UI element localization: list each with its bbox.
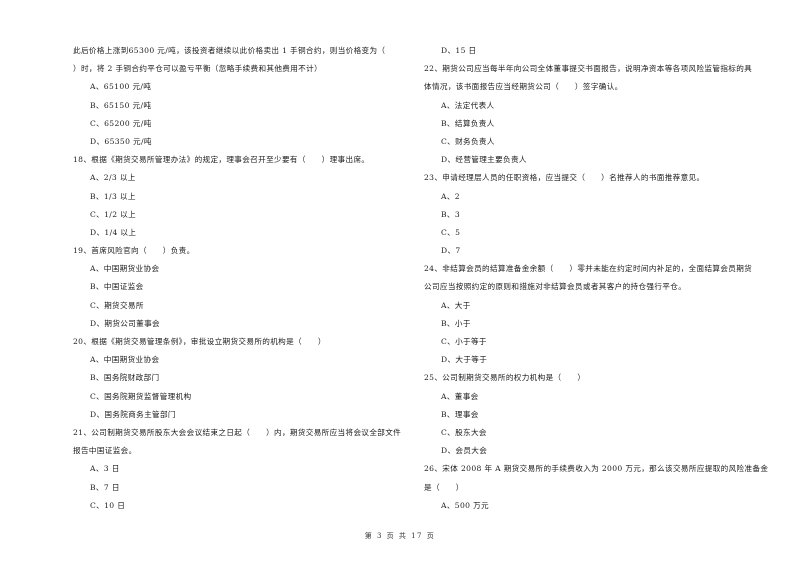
question-text: 公司应当按照约定的原则和措施对非结算会员或者其客户的持仓强行平仓。 — [424, 282, 687, 292]
option-b: B、理事会 — [441, 409, 479, 419]
option-d: D、65350 元/吨 — [90, 136, 152, 146]
question-text: 20、根据《期货交易管理条例》，审批设立期货交易所的机构是（ ） — [73, 337, 326, 346]
question-17-continued: 此后价格上涨到65300 元/吨，该投资者继续以此价格卖出 1 手铜合约，则当价… — [73, 42, 408, 151]
option-d: D、国务院商务主管部门 — [90, 409, 176, 419]
option-a: A、3 日 — [90, 464, 120, 474]
question-text: 19、首席风险官向（ ）负责。 — [73, 246, 195, 256]
option-a: A、2/3 以上 — [90, 173, 136, 183]
option-b: B、结算负责人 — [441, 118, 495, 128]
question-text: 24、非结算会员的结算准备金余额（ ）零并未能在约定时间内补足的，全面结算会员期… — [424, 264, 753, 274]
option-d: D、期货公司董事会 — [90, 318, 160, 328]
option-c: C、股东大会 — [441, 427, 487, 437]
page-number: 第 3 页 共 17 页 — [364, 532, 436, 540]
option-b: B、65150 元/吨 — [90, 100, 152, 110]
option-b: B、1/3 以上 — [90, 191, 136, 201]
question-text: 体情况，该书面报告应当经期货公司（ ）签字确认。 — [424, 82, 623, 92]
question-text: 此后价格上涨到65300 元/吨，该投资者继续以此价格卖出 1 手铜合约，则当价… — [73, 46, 386, 55]
right-column: D、15 日 22、期货公司应当每半年向公司全体董事提交书面报告，说明净资本等各… — [424, 42, 769, 515]
question-24: 24、非结算会员的结算准备金余额（ ）零并未能在约定时间内补足的，全面结算会员期… — [424, 260, 759, 369]
option-c: C、1/2 以上 — [90, 209, 137, 219]
option-d: D、15 日 — [441, 46, 477, 55]
question-text: 21、公司制期货交易所股东大会会议结束之日起（ ）内，期货交易所应当将会议全部文… — [73, 427, 402, 437]
left-column: 此后价格上涨到65300 元/吨，该投资者继续以此价格卖出 1 手铜合约，则当价… — [73, 42, 408, 515]
question-text: 22、期货公司应当每半年向公司全体董事提交书面报告，说明净资本等各项风险监管指标… — [424, 64, 753, 74]
option-a: A、大于 — [441, 300, 471, 310]
option-d: D、大于等于 — [441, 355, 488, 365]
question-text: 25、公司制期货交易所的权力机构是（ ） — [424, 373, 586, 383]
question-22: 22、期货公司应当每半年向公司全体董事提交书面报告，说明净资本等各项风险监管指标… — [424, 60, 759, 169]
question-text: 23、申请经理层人员的任职资格，应当提交（ ）名推荐人的书面推荐意见。 — [424, 173, 705, 183]
option-b: B、国务院财政部门 — [90, 373, 160, 383]
option-a: A、法定代表人 — [441, 100, 495, 110]
option-b: B、3 — [441, 209, 461, 219]
option-c: C、10 日 — [90, 500, 126, 510]
option-a: A、中国期货业协会 — [90, 355, 160, 365]
question-19: 19、首席风险官向（ ）负责。 A、中国期货业协会 B、中国证监会 C、期货交易… — [73, 242, 408, 333]
question-26: 26、宋体 2008 年 A 期货交易所的手续费收入为 2000 万元，那么该交… — [424, 460, 769, 515]
option-b: B、中国证监会 — [90, 282, 144, 292]
question-text: ）时，将 2 手铜合约平仓可以盈亏平衡（忽略手续费和其他费用不计） — [73, 64, 323, 74]
option-a: A、500 万元 — [441, 500, 489, 510]
question-23: 23、申请经理层人员的任职资格，应当提交（ ）名推荐人的书面推荐意见。 A、2 … — [424, 169, 759, 260]
option-a: A、中国期货业协会 — [90, 264, 160, 274]
option-d: D、会员大会 — [441, 446, 488, 456]
option-c: C、国务院期货监督管理机构 — [90, 391, 192, 401]
question-18: 18、根据《期货交易所管理办法》的规定，理事会召开至少要有（ ）理事出席。 A、… — [73, 151, 408, 242]
option-a: A、董事会 — [441, 391, 479, 401]
question-25: 25、公司制期货交易所的权力机构是（ ） A、董事会 B、理事会 C、股东大会 … — [424, 369, 759, 460]
option-c: C、65200 元/吨 — [90, 118, 152, 128]
option-b: B、7 日 — [90, 482, 120, 492]
question-21: 21、公司制期货交易所股东大会会议结束之日起（ ）内，期货交易所应当将会议全部文… — [73, 424, 408, 515]
option-c: C、期货交易所 — [90, 300, 144, 310]
question-20: 20、根据《期货交易管理条例》，审批设立期货交易所的机构是（ ） A、中国期货业… — [73, 333, 408, 424]
option-d: D、1/4 以上 — [90, 227, 137, 237]
option-a: A、2 — [441, 191, 460, 201]
question-text: 报告中国证监会。 — [73, 446, 137, 456]
option-d: D、7 — [441, 246, 461, 256]
option-d: D、经营管理主要负责人 — [441, 155, 527, 165]
question-text: 26、宋体 2008 年 A 期货交易所的手续费收入为 2000 万元，那么该交… — [424, 464, 769, 474]
exam-page: 此后价格上涨到65300 元/吨，该投资者继续以此价格卖出 1 手铜合约，则当价… — [0, 0, 800, 565]
option-b: B、小于 — [441, 318, 471, 328]
option-c: C、5 — [441, 227, 461, 237]
question-text: 18、根据《期货交易所管理办法》的规定，理事会召开至少要有（ ）理事出席。 — [73, 155, 370, 165]
option-c: C、小于等于 — [441, 337, 487, 346]
question-21-continued: D、15 日 — [424, 42, 759, 60]
option-c: C、财务负责人 — [441, 136, 495, 146]
option-a: A、65100 元/吨 — [90, 82, 152, 92]
question-text: 是（ ） — [424, 482, 464, 492]
